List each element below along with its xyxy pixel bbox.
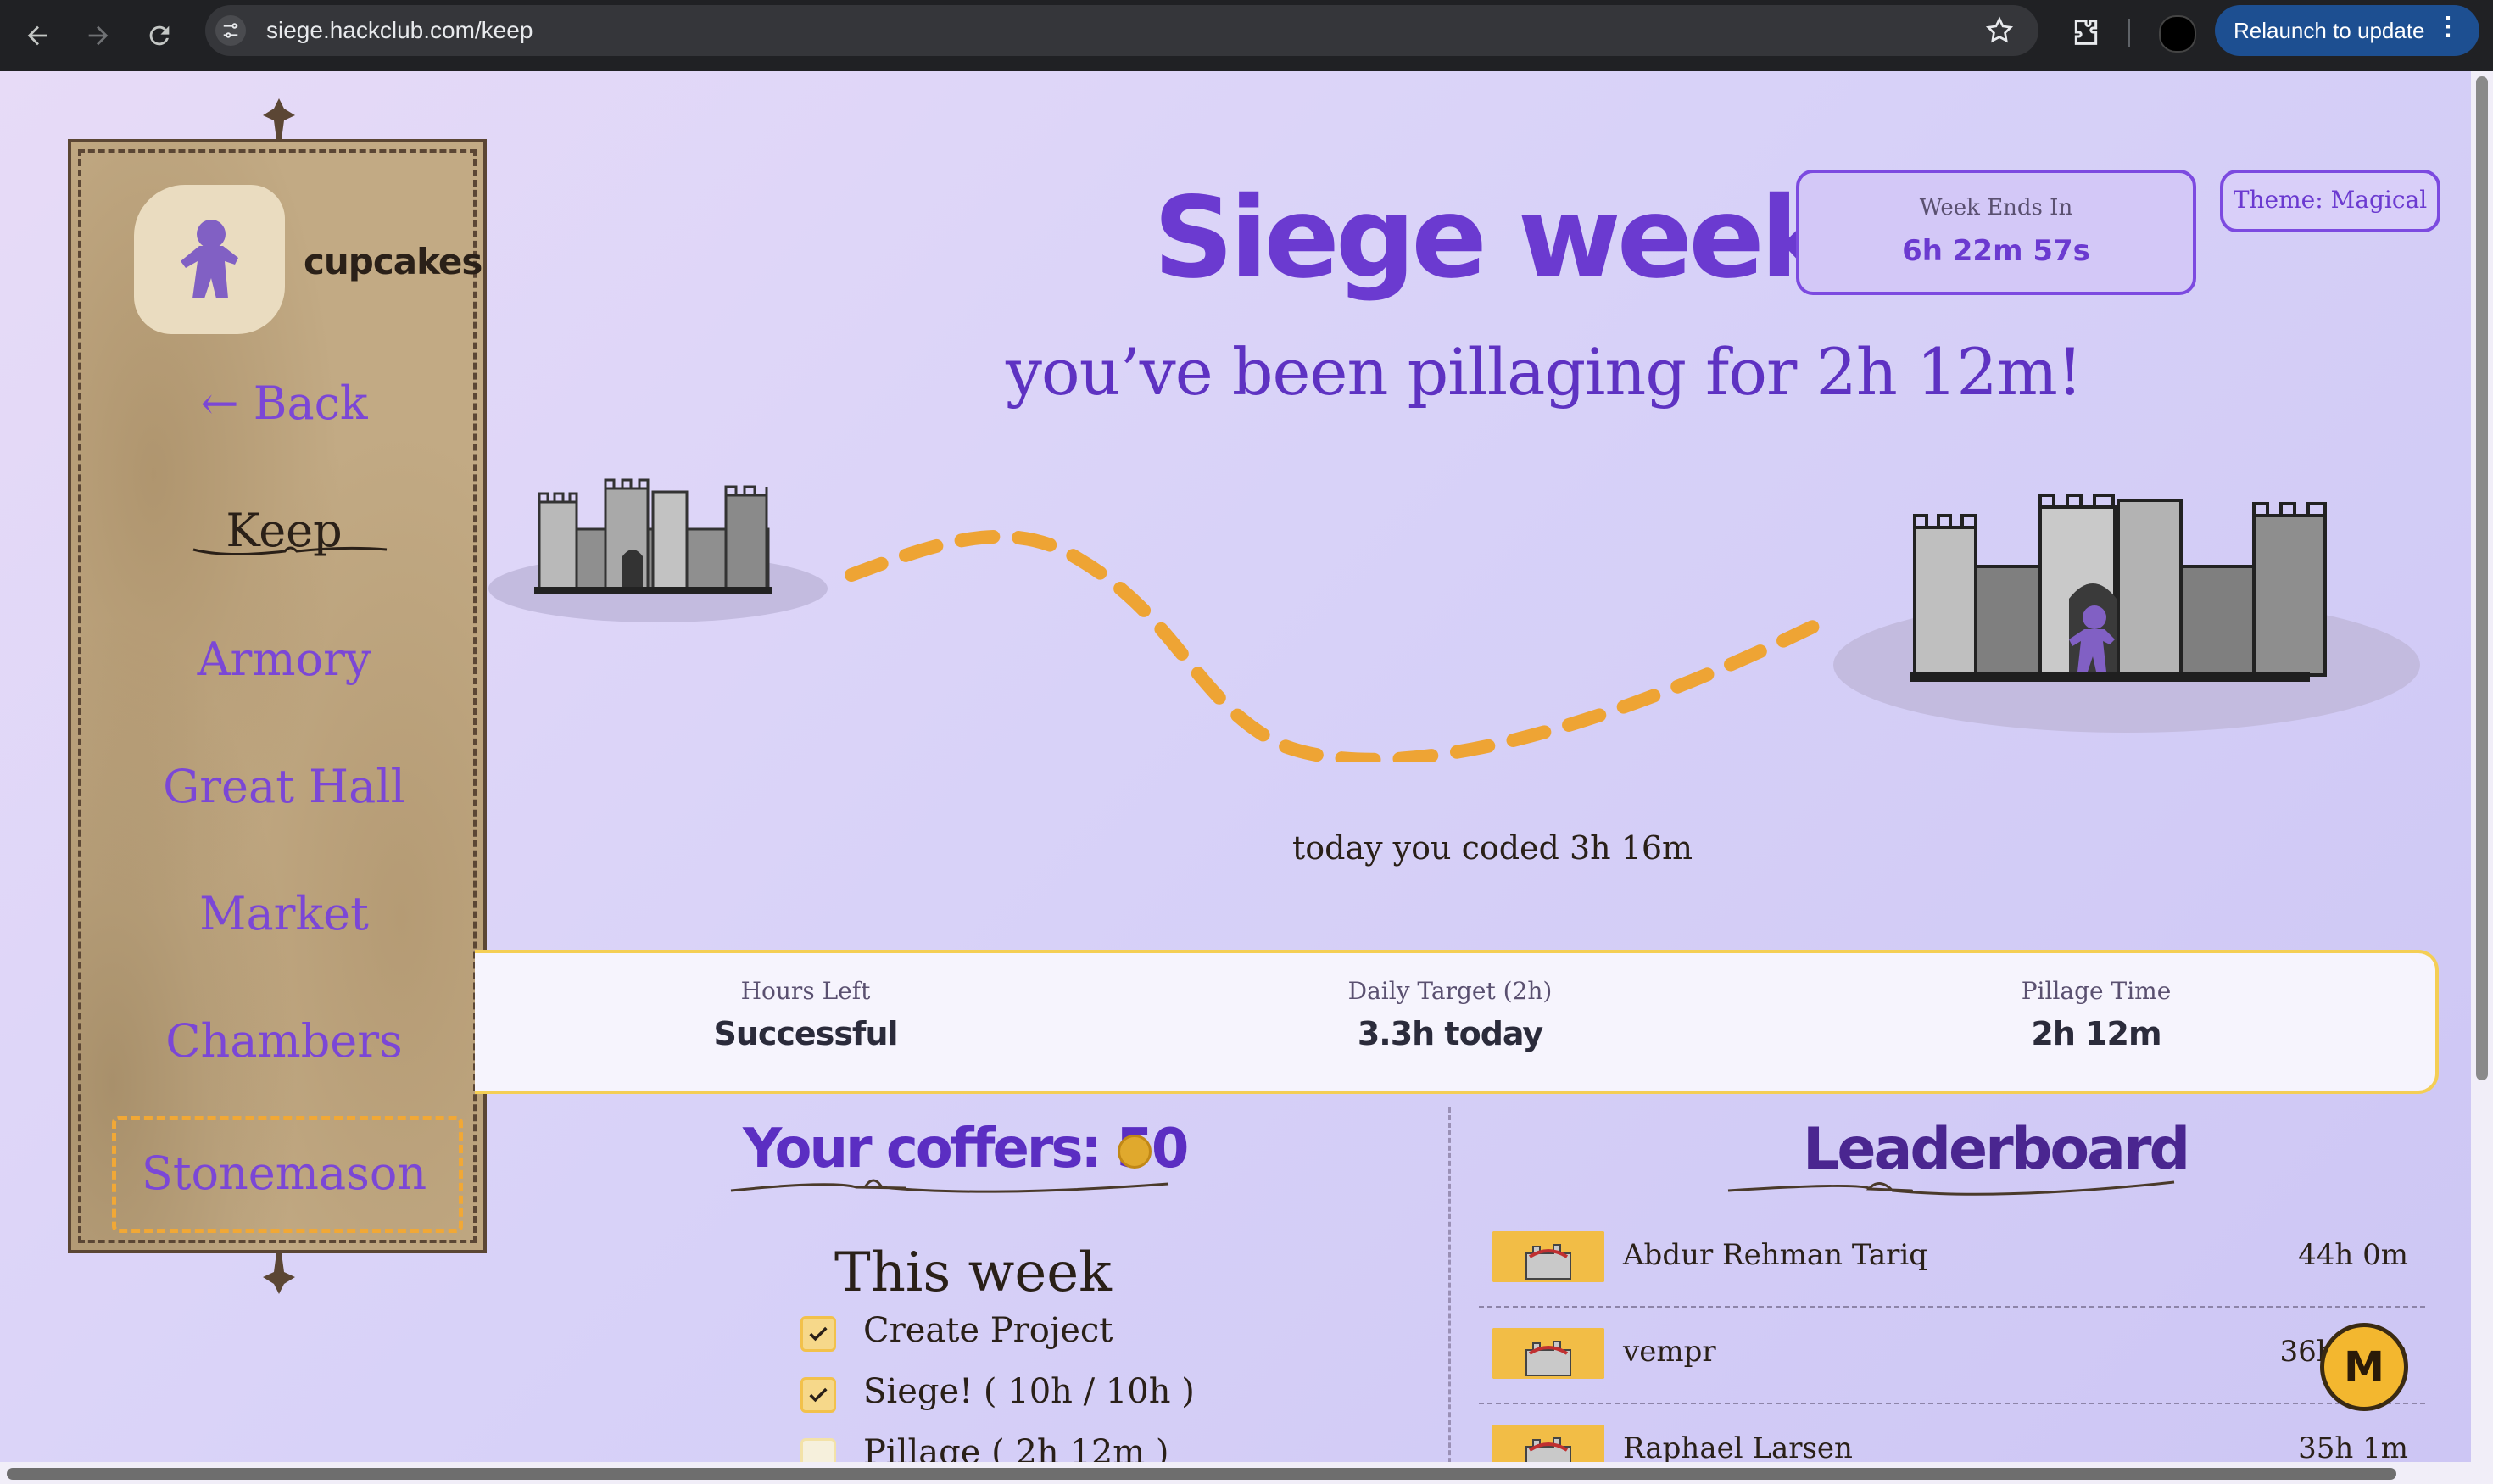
task-label: Create Project bbox=[863, 1311, 1113, 1350]
vertical-scrollbar[interactable] bbox=[2471, 71, 2493, 1462]
castle-badge-icon bbox=[1492, 1328, 1604, 1379]
checkbox-checked[interactable] bbox=[800, 1377, 836, 1413]
pillaging-subtitle: you’ve been pillaging for 2h 12m! bbox=[1006, 334, 2083, 410]
relaunch-button[interactable]: Relaunch to update ⋮ bbox=[2215, 5, 2479, 56]
toolbar-separator bbox=[2128, 19, 2130, 47]
stat-hours-left: Hours Left Successful bbox=[594, 977, 1018, 1052]
url-text[interactable]: siege.hackclub.com/keep bbox=[266, 17, 533, 44]
username: cupcakes bbox=[304, 241, 482, 282]
back-link[interactable]: ← Back bbox=[81, 377, 487, 430]
stat-pillage-time: Pillage Time 2h 12m bbox=[1884, 977, 2308, 1052]
coffers-flourish bbox=[730, 1179, 1169, 1193]
active-underline-flourish bbox=[192, 546, 388, 556]
checkbox-unchecked[interactable] bbox=[800, 1438, 836, 1462]
floating-menu-button[interactable]: M bbox=[2320, 1323, 2408, 1411]
relaunch-label: Relaunch to update bbox=[2234, 17, 2425, 43]
leaderboard-row[interactable]: Raphael Larsen 35h 1m bbox=[1479, 1406, 2425, 1462]
stat-label: Hours Left bbox=[740, 977, 871, 1005]
browser-toolbar: siege.hackclub.com/keep Relaunch to upda… bbox=[0, 0, 2493, 71]
destination-castle-icon bbox=[1833, 494, 2420, 733]
stats-bar: Hours Left Successful Daily Target (2h) … bbox=[475, 950, 2439, 1094]
profile-avatar-icon[interactable] bbox=[2159, 15, 2196, 53]
forward-arrow-icon[interactable] bbox=[78, 15, 119, 56]
back-arrow-icon[interactable] bbox=[17, 15, 58, 56]
column-divider bbox=[1448, 1107, 1451, 1462]
leaderboard-row[interactable]: vempr 36h 13m bbox=[1479, 1309, 2425, 1404]
nav-item-armory[interactable]: Armory bbox=[81, 633, 487, 686]
task-label: Siege! ( 10h / 10h ) bbox=[863, 1372, 1195, 1411]
week-ends-label: Week Ends In bbox=[1919, 195, 2073, 220]
this-week-title: This week bbox=[834, 1241, 1112, 1304]
vertical-scroll-thumb[interactable] bbox=[2476, 76, 2488, 1080]
checkbox-checked[interactable] bbox=[800, 1316, 836, 1352]
horizontal-scrollbar[interactable] bbox=[0, 1462, 2493, 1484]
leaderboard-name: Raphael Larsen bbox=[1623, 1431, 1853, 1462]
horizontal-scroll-thumb[interactable] bbox=[7, 1468, 2396, 1480]
nav-item-stonemason[interactable]: Stonemason bbox=[81, 1146, 487, 1200]
scroll-top-finial-icon bbox=[263, 98, 295, 139]
more-menu-icon[interactable]: ⋮ bbox=[2435, 12, 2461, 42]
stat-label: Daily Target (2h) bbox=[1347, 977, 1553, 1005]
nav-item-great-hall[interactable]: Great Hall bbox=[81, 760, 487, 813]
stat-value: 2h 12m bbox=[2031, 1015, 2161, 1052]
stat-value: Successful bbox=[713, 1015, 898, 1052]
castle-badge-icon bbox=[1492, 1231, 1604, 1282]
meeple-avatar-icon bbox=[181, 220, 238, 298]
page-content: cupcakes ← Back Keep Armory Great Hall M… bbox=[0, 71, 2471, 1462]
week-ends-value: 6h 22m 57s bbox=[1902, 234, 2090, 268]
leaderboard-time: 35h 1m bbox=[2298, 1431, 2408, 1462]
coin-icon bbox=[1118, 1135, 1152, 1169]
extensions-puzzle-icon[interactable] bbox=[2069, 15, 2103, 49]
checkmark-icon bbox=[809, 1326, 828, 1342]
sidebar-border: cupcakes ← Back Keep Armory Great Hall M… bbox=[78, 149, 482, 1243]
nav-item-chambers[interactable]: Chambers bbox=[81, 1014, 487, 1068]
stat-label: Pillage Time bbox=[2021, 977, 2172, 1005]
castle-badge-icon bbox=[1492, 1425, 1604, 1462]
leaderboard-name: vempr bbox=[1623, 1335, 1716, 1369]
start-castle-icon bbox=[488, 478, 828, 622]
leaderboard-name: Abdur Rehman Tariq bbox=[1623, 1238, 1928, 1272]
nav-item-market[interactable]: Market bbox=[81, 887, 487, 940]
bookmark-star-icon[interactable] bbox=[1984, 15, 2015, 46]
address-bar[interactable]: siege.hackclub.com/keep bbox=[205, 5, 2038, 56]
site-settings-icon[interactable] bbox=[215, 15, 246, 46]
avatar[interactable] bbox=[134, 185, 285, 334]
stat-daily-target: Daily Target (2h) 3.3h today bbox=[1238, 977, 1662, 1052]
reload-icon[interactable] bbox=[139, 15, 180, 56]
stat-value: 3.3h today bbox=[1357, 1015, 1543, 1052]
leaderboard-flourish bbox=[1727, 1180, 2175, 1196]
scroll-bottom-finial-icon bbox=[263, 1253, 295, 1294]
leaderboard-time: 44h 0m bbox=[2298, 1238, 2408, 1272]
theme-toggle-button[interactable]: Theme: Magical bbox=[2220, 170, 2440, 232]
week-countdown-box: Week Ends In 6h 22m 57s bbox=[1796, 170, 2196, 295]
task-label: Pillage ( 2h 12m ) bbox=[863, 1433, 1169, 1462]
today-coded-text: today you coded 3h 16m bbox=[1292, 829, 1693, 867]
checkmark-icon bbox=[809, 1387, 828, 1403]
leaderboard-row[interactable]: Abdur Rehman Tariq 44h 0m bbox=[1479, 1213, 2425, 1308]
progress-dashed-path bbox=[845, 529, 1821, 762]
sidebar-scroll: cupcakes ← Back Keep Armory Great Hall M… bbox=[68, 139, 487, 1253]
